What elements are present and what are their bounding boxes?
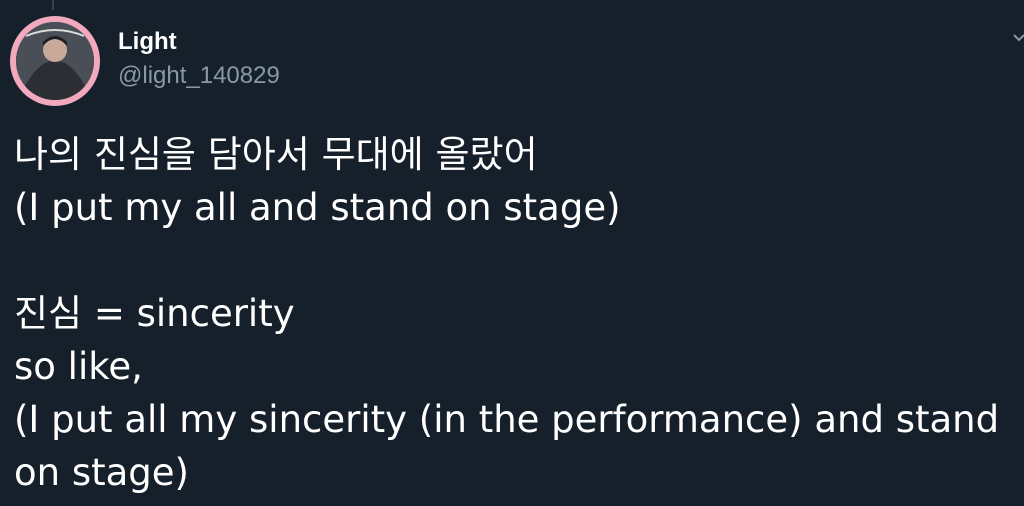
tweet-text: 나의 진심을 담아서 무대에 올랐어 (I put my all and sta… — [14, 128, 1019, 499]
tweet-line: (I put all my sincerity (in the performa… — [14, 398, 1000, 441]
thread-connector-line — [52, 0, 54, 10]
tweet-line: on stage) — [14, 451, 189, 494]
author-handle[interactable]: @light_140829 — [118, 62, 280, 90]
chevron-down-icon[interactable] — [1012, 30, 1024, 44]
tweet-line: (I put my all and stand on stage) — [14, 186, 621, 229]
avatar-image — [16, 22, 94, 100]
tweet-line: so like, — [14, 345, 143, 388]
profile-photo-icon — [16, 22, 94, 100]
avatar[interactable] — [10, 16, 100, 106]
author-name[interactable]: Light — [118, 28, 177, 56]
tweet-line: 진심 = sincerity — [14, 292, 295, 335]
tweet-line: 나의 진심을 담아서 무대에 올랐어 — [14, 133, 538, 176]
